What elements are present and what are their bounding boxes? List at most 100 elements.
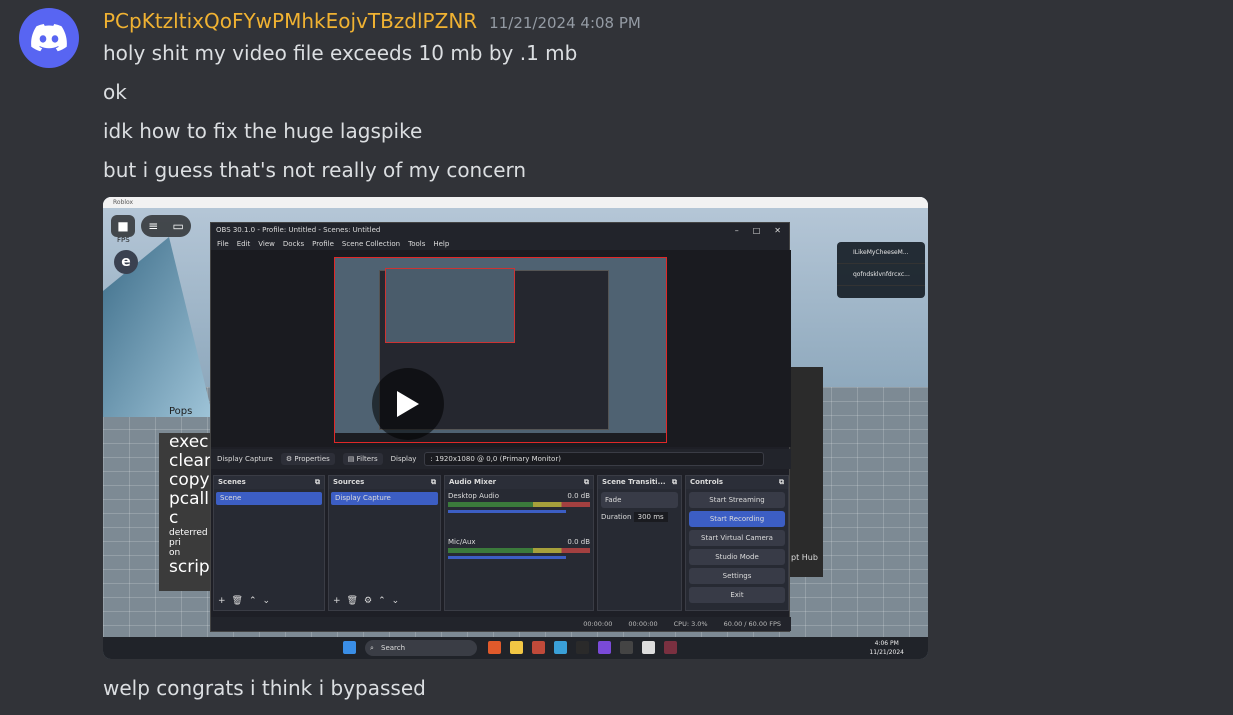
source-toolbar: Display Capture ⚙ Properties ▤ Filters D… <box>211 449 791 469</box>
brave-icon[interactable] <box>488 641 501 654</box>
taskbar-search[interactable]: ⌕ Search <box>365 640 477 656</box>
clock-date: 11/21/2024 <box>869 649 904 656</box>
studio-mode-button[interactable]: Studio Mode <box>689 549 785 565</box>
duration-label: Duration <box>601 513 632 521</box>
down-icon[interactable]: ⌄ <box>263 596 271 606</box>
play-icon <box>397 391 419 417</box>
down-icon[interactable]: ⌄ <box>392 596 400 606</box>
video-attachment[interactable]: Roblox ■ ≡ ▭ FPS e Pops exec clear copy p… <box>103 197 928 659</box>
dock-title: Sources <box>333 478 365 486</box>
app-icon[interactable] <box>598 641 611 654</box>
notification-item: qofndsklvnfdrcxc... <box>837 264 925 286</box>
menu-scene-collection[interactable]: Scene Collection <box>342 240 400 248</box>
transition-select[interactable]: Fade <box>601 492 678 508</box>
menu-help[interactable]: Help <box>433 240 449 248</box>
taskbar-apps <box>343 641 356 654</box>
add-icon[interactable]: + <box>333 596 341 606</box>
hub-panel: pt Hub <box>789 367 823 577</box>
menu-profile[interactable]: Profile <box>312 240 334 248</box>
duration-row: Duration 300 ms <box>598 511 681 523</box>
fps-label: FPS <box>117 236 130 244</box>
exec-panel: exec clear copy pcall: c deterred pri on… <box>159 433 215 591</box>
dock-title: Scenes <box>218 478 246 486</box>
source-item[interactable]: Display Capture <box>331 492 438 505</box>
app-icon[interactable] <box>576 641 589 654</box>
dock-header: Scene Transiti... ⧉ <box>598 476 681 489</box>
audio-mixer-dock: Audio Mixer ⧉ Desktop Audio 0.0 dB Mic/Aux… <box>444 475 594 611</box>
notification-panel: ILikeMyCheeseM... qofndsklvnfdrcxc... <box>837 242 925 298</box>
popout-icon[interactable]: ⧉ <box>584 476 589 489</box>
settings-button[interactable]: Settings <box>689 568 785 584</box>
executor-e-icon[interactable]: e <box>114 250 138 274</box>
play-button[interactable] <box>372 368 444 440</box>
message-line: welp congrats i think i bypassed <box>103 676 426 700</box>
trash-icon[interactable]: 🗑 <box>347 596 358 606</box>
dock-header: Scenes ⧉ <box>214 476 324 489</box>
popout-icon[interactable]: ⧉ <box>315 476 320 489</box>
start-recording-button[interactable]: Start Recording <box>689 511 785 527</box>
display-select[interactable]: : 1920x1080 @ 0,0 (Primary Monitor) <box>424 452 765 466</box>
folder-icon[interactable] <box>510 641 523 654</box>
popout-icon[interactable]: ⧉ <box>672 476 677 489</box>
channel-name: Desktop Audio <box>448 492 499 500</box>
filters-button[interactable]: ▤ Filters <box>342 453 383 465</box>
mixer-channel: Mic/Aux 0.0 dB <box>445 516 593 546</box>
windows-icon[interactable] <box>343 641 356 654</box>
nested-taskbar <box>335 433 666 442</box>
display-label: Display <box>390 455 417 463</box>
gear-icon[interactable]: ⚙ <box>364 596 372 606</box>
up-icon[interactable]: ⌃ <box>249 596 257 606</box>
transitions-dock: Scene Transiti... ⧉ Fade Duration 300 ms <box>597 475 682 611</box>
duration-input[interactable]: 300 ms <box>633 512 668 522</box>
obs-icon[interactable] <box>664 641 677 654</box>
start-streaming-button[interactable]: Start Streaming <box>689 492 785 508</box>
volume-meter <box>448 502 590 507</box>
taskbar-clock[interactable]: 4:06 PM 11/21/2024 <box>869 639 904 657</box>
app-icon[interactable] <box>532 641 545 654</box>
menu-tools[interactable]: Tools <box>408 240 425 248</box>
exec-line: deterred pri <box>169 528 208 548</box>
menu-view[interactable]: View <box>258 240 275 248</box>
app-icon[interactable] <box>620 641 633 654</box>
roblox-menu-pill[interactable]: ≡ ▭ <box>141 215 191 237</box>
exec-line: pcall: c <box>169 489 215 528</box>
obs-title: OBS 30.1.0 - Profile: Untitled - Scenes:… <box>216 226 381 234</box>
fps-readout: 60.00 / 60.00 FPS <box>723 620 781 628</box>
scene-item[interactable]: Scene <box>216 492 322 505</box>
up-icon[interactable]: ⌃ <box>378 596 386 606</box>
add-icon[interactable]: + <box>218 596 226 606</box>
volume-slider[interactable] <box>448 556 567 559</box>
dock-title: Audio Mixer <box>449 478 497 486</box>
username[interactable]: PCpKtzltixQoFYwPMhkEojvTBzdlPZNR <box>103 9 477 33</box>
scenes-dock: Scenes ⧉ Scene + 🗑 ⌃ ⌄ <box>213 475 325 611</box>
volume-slider[interactable] <box>448 510 567 513</box>
dock-title: Scene Transiti... <box>602 478 666 486</box>
menu-docks[interactable]: Docks <box>283 240 304 248</box>
roblox-logo-icon[interactable]: ■ <box>111 215 135 237</box>
exec-line: copy <box>169 470 210 490</box>
exit-button[interactable]: Exit <box>689 587 785 603</box>
channel-name: Mic/Aux <box>448 538 476 546</box>
close-icon[interactable]: ✕ <box>774 226 781 235</box>
message-line: idk how to fix the huge lagspike <box>103 119 423 143</box>
properties-button[interactable]: ⚙ Properties <box>280 453 335 465</box>
minimize-icon[interactable]: – <box>735 226 739 235</box>
popout-icon[interactable]: ⧉ <box>431 476 436 489</box>
app-icon[interactable] <box>554 641 567 654</box>
maximize-icon[interactable]: □ <box>753 226 761 235</box>
obs-status-bar: 00:00:00 00:00:00 CPU: 3.0% 60.00 / 60.0… <box>211 617 791 631</box>
dock-header: Audio Mixer ⧉ <box>445 476 593 489</box>
obs-title-bar: OBS 30.1.0 - Profile: Untitled - Scenes:… <box>211 223 789 237</box>
dock-header: Controls ⧉ <box>686 476 788 489</box>
menu-edit[interactable]: Edit <box>237 240 251 248</box>
message-header: PCpKtzltixQoFYwPMhkEojvTBzdlPZNR 11/21/2… <box>103 9 641 35</box>
user-avatar[interactable] <box>19 8 79 68</box>
trash-icon[interactable]: 🗑 <box>232 596 243 606</box>
volume-meter <box>448 548 590 553</box>
start-virtual-camera-button[interactable]: Start Virtual Camera <box>689 530 785 546</box>
popout-icon[interactable]: ⧉ <box>779 476 784 489</box>
roblox-icon[interactable] <box>642 641 655 654</box>
search-icon: ⌕ <box>370 644 374 652</box>
nested-capture-2 <box>385 268 515 343</box>
menu-file[interactable]: File <box>217 240 229 248</box>
